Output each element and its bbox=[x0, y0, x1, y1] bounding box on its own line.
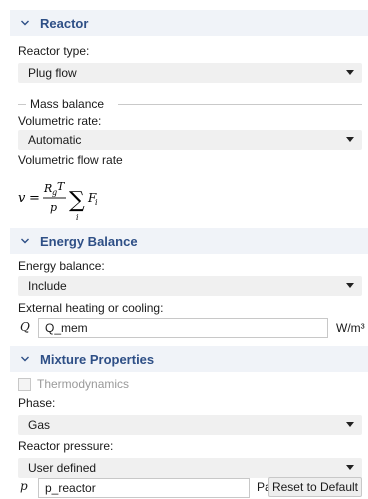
pressure-input-row: p p_reactor Pa Reset to Default bbox=[18, 477, 368, 499]
mass-balance-label: Mass balance bbox=[27, 97, 108, 111]
reactor-type-select[interactable]: Plug flow bbox=[18, 63, 362, 83]
phase-label: Phase: bbox=[18, 396, 56, 410]
thermodynamics-label: Thermodynamics bbox=[37, 377, 130, 391]
phase-select[interactable]: Gas bbox=[18, 415, 362, 435]
volumetric-rate-value: Automatic bbox=[28, 133, 82, 147]
caret-down-icon bbox=[346, 465, 354, 470]
phase-value: Gas bbox=[28, 418, 51, 432]
energy-balance-select[interactable]: Include bbox=[18, 276, 362, 296]
chevron-down-icon[interactable] bbox=[20, 236, 30, 246]
section-header-reactor[interactable]: Reactor bbox=[10, 10, 368, 36]
energy-balance-value: Include bbox=[28, 279, 67, 293]
formula-lhs: v bbox=[18, 191, 26, 206]
mass-balance-group: Mass balance bbox=[18, 97, 362, 111]
formula-term-sub: i bbox=[95, 198, 98, 207]
reactor-type-value: Plug flow bbox=[28, 66, 77, 80]
section-header-mixture-properties[interactable]: Mixture Properties bbox=[10, 346, 368, 372]
heating-input-row: Q Q_mem W/m³ bbox=[18, 318, 368, 338]
volumetric-flow-label: Volumetric flow rate bbox=[18, 153, 123, 167]
caret-down-icon bbox=[346, 283, 354, 288]
thermodynamics-checkbox[interactable] bbox=[18, 377, 31, 391]
p-symbol: p bbox=[20, 479, 28, 493]
formula-den: p bbox=[50, 201, 57, 214]
reactor-pressure-value: User defined bbox=[28, 461, 97, 475]
chevron-down-icon[interactable] bbox=[20, 354, 30, 364]
section-title: Reactor bbox=[40, 15, 89, 31]
heating-input[interactable]: Q_mem bbox=[38, 318, 328, 338]
group-divider bbox=[118, 104, 362, 105]
volumetric-flow-formula: v = R g T p ∑ i F i bbox=[18, 180, 98, 222]
section-title: Energy Balance bbox=[40, 233, 138, 249]
energy-balance-label: Energy balance: bbox=[18, 259, 105, 273]
volumetric-rate-select[interactable]: Automatic bbox=[18, 130, 362, 150]
reactor-type-label: Reactor type: bbox=[18, 44, 90, 58]
formula-equals: = bbox=[29, 191, 40, 206]
caret-down-icon bbox=[346, 70, 354, 75]
formula-sum-sub: i bbox=[76, 213, 79, 222]
caret-down-icon bbox=[346, 137, 354, 142]
reactor-pressure-label: Reactor pressure: bbox=[18, 439, 114, 453]
reactor-pressure-select[interactable]: User defined bbox=[18, 458, 362, 478]
pressure-input[interactable]: p_reactor bbox=[38, 478, 250, 498]
q-symbol: Q bbox=[20, 320, 30, 334]
heating-label: External heating or cooling: bbox=[18, 301, 164, 315]
thermodynamics-row: Thermodynamics bbox=[18, 377, 129, 391]
sum-symbol: ∑ bbox=[69, 188, 85, 213]
caret-down-icon bbox=[346, 422, 354, 427]
section-header-energy-balance[interactable]: Energy Balance bbox=[10, 228, 368, 254]
section-title: Mixture Properties bbox=[40, 351, 155, 367]
formula-num-t: T bbox=[57, 180, 66, 193]
reset-to-default-button[interactable]: Reset to Default bbox=[268, 477, 362, 497]
group-divider bbox=[18, 104, 26, 105]
chevron-down-icon[interactable] bbox=[20, 18, 30, 28]
formula-num-r: R bbox=[43, 182, 52, 195]
volumetric-rate-label: Volumetric rate: bbox=[18, 114, 102, 128]
heating-unit: W/m³ bbox=[336, 321, 365, 335]
